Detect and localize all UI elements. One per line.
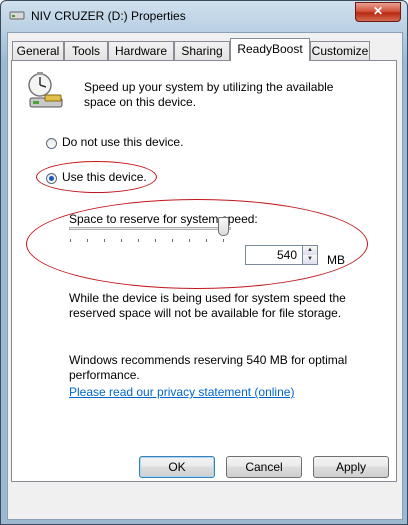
privacy-statement-link[interactable]: Please read our privacy statement (onlin… — [69, 385, 294, 399]
slider-tick — [189, 239, 190, 242]
slider-tick — [223, 239, 224, 242]
ok-button[interactable]: OK — [139, 456, 215, 478]
radio-selected-dot — [49, 176, 54, 181]
slider-tick — [121, 239, 122, 242]
slider-tick — [138, 239, 139, 242]
use-device-label[interactable]: Use this device. — [62, 170, 147, 185]
tab-tools[interactable]: Tools — [64, 41, 108, 60]
cancel-button[interactable]: Cancel — [226, 456, 302, 478]
apply-button[interactable]: Apply — [313, 456, 389, 478]
reserve-slider-thumb[interactable] — [218, 217, 229, 236]
slider-tick — [155, 239, 156, 242]
do-not-use-radio[interactable] — [46, 138, 57, 149]
reserve-size-input[interactable]: 540 — [245, 245, 303, 265]
slider-tick — [206, 239, 207, 242]
usb-drive-icon — [28, 72, 63, 108]
slider-tick — [87, 239, 88, 242]
tab-hardware[interactable]: Hardware — [108, 41, 174, 60]
reserve-label: Space to reserve for system speed: — [69, 212, 258, 226]
tab-sharing[interactable]: Sharing — [174, 41, 230, 60]
readyboost-intro: Speed up your system by utilizing the av… — [84, 80, 334, 109]
title-bar[interactable]: NIV CRUZER (D:) Properties ✕ — [1, 1, 407, 31]
drive-icon — [9, 11, 25, 20]
close-button[interactable]: ✕ — [355, 2, 401, 22]
slider-tick — [104, 239, 105, 242]
slider-tick — [70, 239, 71, 242]
reserve-slider-track[interactable] — [69, 227, 231, 230]
reserve-note: While the device is being used for syste… — [69, 291, 346, 320]
tab-customize[interactable]: Customize — [310, 41, 370, 60]
do-not-use-label[interactable]: Do not use this device. — [62, 135, 183, 150]
reserve-spinner[interactable]: ▲ ▼ — [303, 245, 318, 265]
spin-down-icon[interactable]: ▼ — [303, 255, 317, 264]
window-title: NIV CRUZER (D:) Properties — [31, 9, 186, 23]
properties-window: NIV CRUZER (D:) Properties ✕ General Too… — [0, 0, 408, 525]
slider-tick — [172, 239, 173, 242]
use-device-radio[interactable] — [46, 173, 57, 184]
tab-general[interactable]: General — [12, 41, 64, 60]
reserve-recommendation: Windows recommends reserving 540 MB for … — [69, 353, 348, 382]
tab-readyboost[interactable]: ReadyBoost — [230, 38, 310, 61]
reserve-unit: MB — [327, 253, 345, 267]
readyboost-panel — [11, 60, 397, 482]
